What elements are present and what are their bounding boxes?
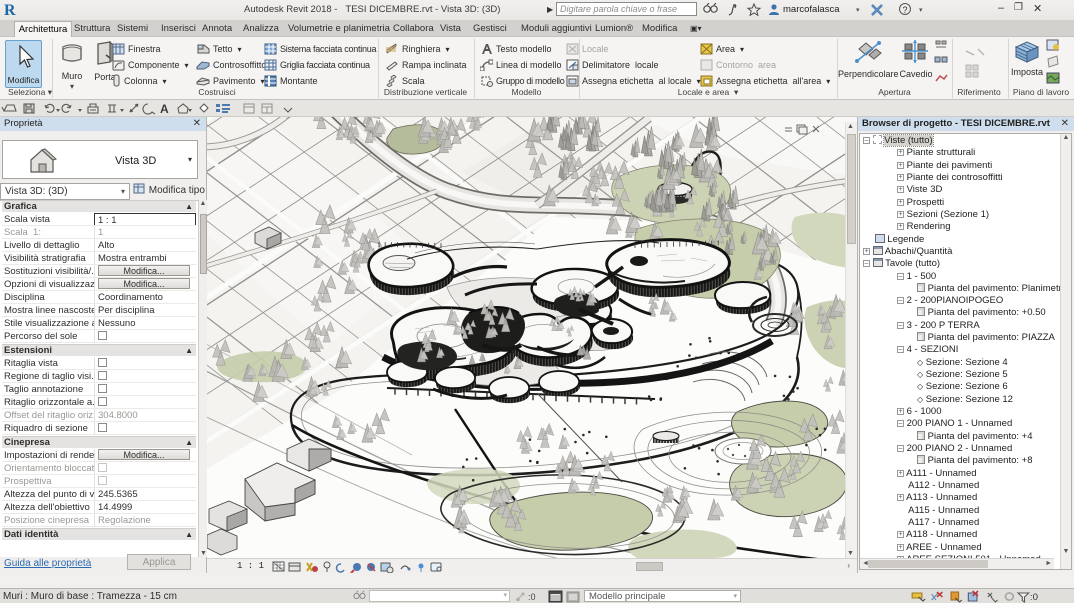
- svg-text::0: :0: [528, 592, 536, 602]
- svg-text:R: R: [4, 2, 16, 17]
- svg-text::0: :0: [1030, 592, 1038, 602]
- svg-text:A: A: [160, 102, 169, 116]
